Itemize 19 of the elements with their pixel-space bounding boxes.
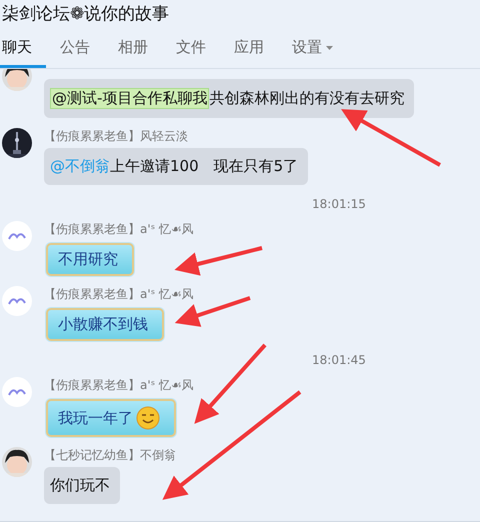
message-bubble: 不用研究 xyxy=(46,243,134,276)
sender-name: 【伤痕累累老鱼】a'ˢ 忆☙风 xyxy=(44,221,194,237)
message-bubble: @测试-项目合作私聊我共创森林刚出的有没有去研究 xyxy=(44,79,414,118)
timestamp: 18:01:45 xyxy=(312,353,366,367)
timestamp: 18:01:15 xyxy=(312,197,366,211)
message-bubble: @不倒翁上午邀请100 现在只有5了 xyxy=(44,148,308,185)
sender-name: 【伤痕累累老鱼】a'ˢ 忆☙风 xyxy=(44,377,194,393)
tab[interactable]: 文件 xyxy=(174,30,220,68)
sender-name: 【七秒记忆幼鱼】不倒翁 xyxy=(44,447,176,463)
window-title: 柒剑论坛❁说你的故事 xyxy=(1,3,170,26)
message-bubble: 小散赚不到钱 xyxy=(46,308,164,341)
tab[interactable]: 相册 xyxy=(116,30,162,68)
message-bubble: 我玩一年了 xyxy=(46,399,176,437)
tab[interactable]: 公告 xyxy=(58,30,104,68)
message-bubble: 你们玩不 xyxy=(44,467,120,504)
tab[interactable]: 应用 xyxy=(232,30,278,68)
sender-name: 【伤痕累累老鱼】a'ˢ 忆☙风 xyxy=(44,286,194,302)
tab[interactable]: 设置 xyxy=(290,30,347,68)
sender-name: 【伤痕累累老鱼】风轻云淡 xyxy=(44,128,188,144)
